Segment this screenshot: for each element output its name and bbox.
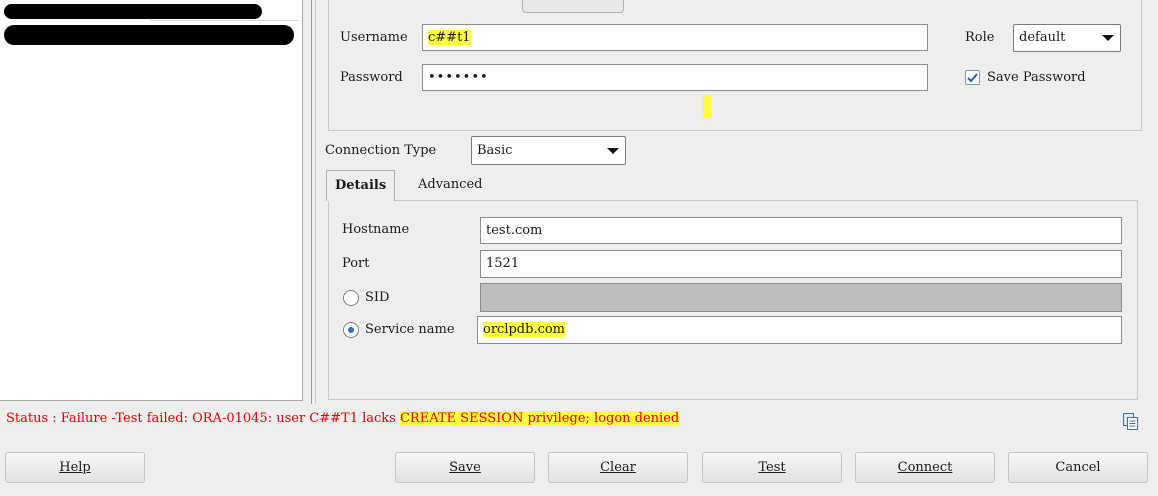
- password-input[interactable]: •••••••: [422, 64, 928, 91]
- save-button[interactable]: Save: [395, 452, 535, 483]
- save-password-label: Save Password: [987, 70, 1086, 85]
- connection-type-value: Basic: [477, 143, 513, 158]
- copy-status-icon[interactable]: [1123, 413, 1138, 430]
- connection-type-label: Connection Type: [325, 143, 437, 158]
- dropdown-arrow-icon: [1102, 35, 1114, 41]
- sid-radio[interactable]: [343, 290, 359, 306]
- sid-label: SID: [365, 290, 390, 305]
- hostname-input[interactable]: test.com: [480, 217, 1122, 244]
- service-name-value: orclpdb.com: [483, 322, 566, 337]
- split-pane-divider[interactable]: [311, 0, 316, 404]
- tab-details[interactable]: Details: [326, 170, 396, 201]
- connect-button[interactable]: Connect: [855, 452, 995, 483]
- service-name-radio[interactable]: [343, 322, 359, 338]
- status-highlight: CREATE SESSION privilege; logon denied: [399, 411, 680, 426]
- test-button[interactable]: Test: [702, 452, 842, 483]
- redacted-item: [4, 4, 262, 19]
- cancel-button[interactable]: Cancel: [1008, 452, 1148, 483]
- sid-input[interactable]: [480, 283, 1122, 312]
- highlight-mark: [703, 95, 711, 118]
- clear-button[interactable]: Clear: [548, 452, 688, 483]
- username-label: Username: [340, 30, 408, 45]
- status-text: Status : Failure -Test failed: ORA-01045…: [6, 411, 400, 426]
- password-value: •••••••: [428, 70, 489, 85]
- port-input[interactable]: 1521: [480, 250, 1122, 278]
- checkmark-icon: [967, 73, 978, 83]
- hostname-label: Hostname: [342, 222, 410, 237]
- redacted-item: [4, 25, 294, 45]
- service-name-label: Service name: [365, 322, 455, 337]
- username-input[interactable]: c##t1: [422, 24, 928, 51]
- top-control: [522, 0, 624, 13]
- role-value: default: [1019, 30, 1066, 45]
- username-value: c##t1: [428, 30, 471, 45]
- role-select[interactable]: default: [1013, 24, 1121, 52]
- connection-list[interactable]: [0, 0, 303, 401]
- tab-advanced[interactable]: Advanced: [410, 170, 490, 200]
- dropdown-arrow-icon: [607, 147, 619, 154]
- port-label: Port: [342, 256, 370, 271]
- password-label: Password: [340, 70, 403, 85]
- save-password-checkbox[interactable]: [965, 70, 980, 85]
- connection-type-select[interactable]: Basic: [471, 136, 626, 165]
- status-message: Status : Failure -Test failed: ORA-01045…: [6, 411, 680, 426]
- list-divider: [150, 20, 298, 21]
- radio-selected-icon: [348, 327, 354, 333]
- role-label: Role: [965, 30, 995, 45]
- tab-advanced-label: Advanced: [418, 177, 483, 192]
- help-button[interactable]: Help: [5, 452, 145, 483]
- service-name-input[interactable]: orclpdb.com: [477, 316, 1122, 344]
- tab-details-label: Details: [335, 178, 387, 193]
